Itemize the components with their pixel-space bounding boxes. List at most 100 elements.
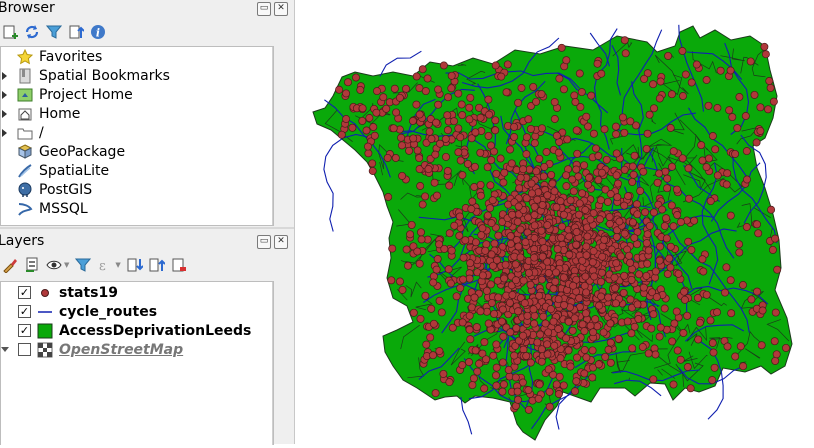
browser-item-project-home[interactable]: Project Home xyxy=(1,85,273,104)
add-group-icon[interactable] xyxy=(24,257,40,273)
accident-point xyxy=(586,215,595,224)
layers-scrollbar[interactable] xyxy=(272,282,273,445)
accident-point xyxy=(520,299,529,308)
layer-label: stats19 xyxy=(59,284,118,301)
accident-point xyxy=(499,178,508,187)
accident-point xyxy=(562,171,571,180)
accident-point xyxy=(623,317,632,326)
dock-splitter[interactable] xyxy=(0,227,294,229)
browser-item-spatialite[interactable]: SpatiaLite xyxy=(1,161,273,180)
accident-point xyxy=(492,363,501,372)
accident-point xyxy=(498,358,507,367)
accident-point xyxy=(412,72,421,81)
accident-point xyxy=(641,208,650,217)
accident-point xyxy=(450,221,459,230)
layer-visibility-checkbox[interactable]: ✓ xyxy=(18,305,31,318)
refresh-icon[interactable] xyxy=(24,24,40,40)
accident-point xyxy=(698,255,707,264)
expand-arrow-icon[interactable] xyxy=(1,347,9,352)
expand-arrow-icon[interactable] xyxy=(2,71,7,80)
accident-point xyxy=(752,138,761,147)
accident-point xyxy=(739,281,747,289)
accident-point xyxy=(443,111,452,120)
expression-filter-icon[interactable]: ε xyxy=(97,257,113,273)
accident-point xyxy=(492,371,500,380)
accident-point xyxy=(551,277,560,286)
accident-point xyxy=(461,236,470,245)
accident-point xyxy=(706,316,715,325)
browser-item-label: / xyxy=(39,124,44,141)
accident-point xyxy=(454,89,463,98)
filter-icon[interactable] xyxy=(75,257,92,273)
browser-item-geopackage[interactable]: GeoPackage xyxy=(1,142,273,161)
filter-icon[interactable] xyxy=(46,24,62,40)
layer-row-stats19[interactable]: ✓ stats19 xyxy=(1,283,273,302)
collapse-all-icon[interactable] xyxy=(149,257,165,273)
accident-point xyxy=(368,159,377,168)
accident-point xyxy=(612,130,620,139)
accident-point xyxy=(544,269,553,277)
accident-point xyxy=(541,319,550,328)
accident-point xyxy=(556,354,565,363)
layer-row-openstreetmap[interactable]: OpenStreetMap xyxy=(1,340,273,359)
browser-item-root[interactable]: / xyxy=(1,123,273,142)
accident-point xyxy=(645,221,654,230)
info-icon[interactable]: i xyxy=(90,24,106,40)
float-dock-icon[interactable]: ▭ xyxy=(257,2,271,16)
accident-point xyxy=(465,274,474,283)
accident-point xyxy=(537,90,546,99)
browser-item-spatial-bookmarks[interactable]: Spatial Bookmarks xyxy=(1,66,273,85)
accident-point xyxy=(398,285,407,294)
accident-point xyxy=(578,320,587,329)
close-dock-icon[interactable]: ✕ xyxy=(274,2,288,16)
browser-scrollbar[interactable] xyxy=(272,47,273,225)
browser-item-home[interactable]: Home xyxy=(1,104,273,123)
accident-point xyxy=(722,180,731,189)
browser-item-mssql[interactable]: MSSQL xyxy=(1,199,273,218)
expand-arrow-icon[interactable] xyxy=(2,109,7,118)
style-manager-icon[interactable] xyxy=(2,257,18,273)
expand-all-icon[interactable] xyxy=(127,257,143,273)
collapse-all-icon[interactable] xyxy=(68,24,84,40)
layer-visibility-checkbox[interactable]: ✓ xyxy=(18,324,31,337)
accident-point xyxy=(626,295,635,304)
accident-point xyxy=(636,186,645,195)
visibility-icon[interactable] xyxy=(46,257,62,273)
remove-layer-icon[interactable] xyxy=(171,257,187,273)
browser-item-postgis[interactable]: PostGIS xyxy=(1,180,273,199)
add-selected-layers-icon[interactable] xyxy=(2,24,18,40)
accident-point xyxy=(618,113,627,122)
map-canvas[interactable] xyxy=(295,0,814,444)
float-dock-icon[interactable]: ▭ xyxy=(257,235,271,249)
layer-visibility-checkbox[interactable] xyxy=(18,343,31,356)
layer-row-cycle-routes[interactable]: ✓ cycle_routes xyxy=(1,302,273,321)
layer-row-access-deprivation-leeds[interactable]: ✓ AccessDeprivationLeeds xyxy=(1,321,273,340)
accident-point xyxy=(482,240,491,249)
accident-point xyxy=(571,98,580,106)
expand-arrow-icon[interactable] xyxy=(2,90,7,99)
accident-point xyxy=(630,233,639,242)
accident-point xyxy=(604,293,613,302)
dropdown-arrow-icon[interactable]: ▼ xyxy=(64,261,69,269)
accident-point xyxy=(459,275,468,284)
accident-point xyxy=(621,49,630,58)
accident-point xyxy=(565,250,574,259)
accident-point xyxy=(642,144,651,153)
dropdown-arrow-icon[interactable]: ▼ xyxy=(115,261,120,269)
expand-arrow-icon[interactable] xyxy=(2,128,7,137)
accident-point xyxy=(570,91,579,100)
accident-point xyxy=(362,126,371,135)
accident-point xyxy=(702,290,711,299)
accident-point xyxy=(575,210,583,219)
close-dock-icon[interactable]: ✕ xyxy=(274,235,288,249)
browser-item-favorites[interactable]: Favorites xyxy=(1,47,273,66)
accident-point xyxy=(469,374,478,383)
accident-point xyxy=(580,346,589,354)
browser-item-label: Spatial Bookmarks xyxy=(39,67,170,84)
layer-visibility-checkbox[interactable]: ✓ xyxy=(18,286,31,299)
accident-point xyxy=(644,349,653,358)
accident-point xyxy=(427,134,436,143)
map-svg[interactable] xyxy=(295,0,814,444)
accident-point xyxy=(562,56,571,65)
accident-point xyxy=(678,154,687,163)
